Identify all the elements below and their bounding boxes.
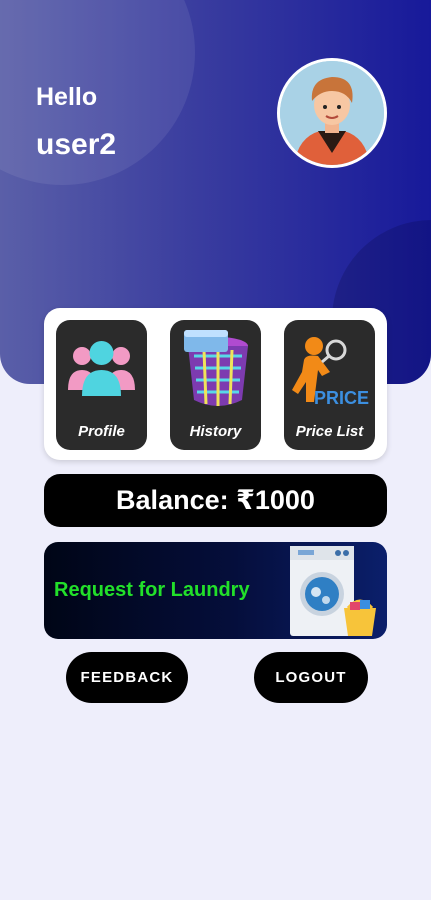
request-laundry-button[interactable]: Request for Laundry — [44, 542, 387, 639]
price-list-tile[interactable]: PRICE Price List — [284, 320, 375, 450]
users-icon — [68, 341, 135, 396]
history-label: History — [189, 423, 242, 440]
laundry-basket-icon — [184, 330, 248, 406]
price-list-label: Price List — [295, 423, 364, 440]
logout-button[interactable]: LOGOUT — [254, 652, 368, 703]
avatar[interactable] — [277, 58, 387, 168]
profile-tile[interactable]: Profile — [56, 320, 147, 450]
price-magnifier-icon: PRICE — [292, 337, 369, 408]
menu-card: Profile History PRICE Price List — [44, 308, 387, 460]
balance-banner: Balance: ₹1000 — [44, 474, 387, 527]
profile-label: Profile — [78, 423, 125, 440]
history-tile[interactable]: History — [170, 320, 261, 450]
washing-machine-icon — [290, 546, 376, 636]
price-icon-text: PRICE — [314, 388, 369, 408]
username-text: user2 — [36, 128, 117, 161]
feedback-button[interactable]: FEEDBACK — [66, 652, 188, 703]
request-laundry-label: Request for Laundry — [54, 579, 250, 601]
avatar-illustration-icon — [280, 61, 384, 165]
greeting-text: Hello — [36, 83, 98, 111]
